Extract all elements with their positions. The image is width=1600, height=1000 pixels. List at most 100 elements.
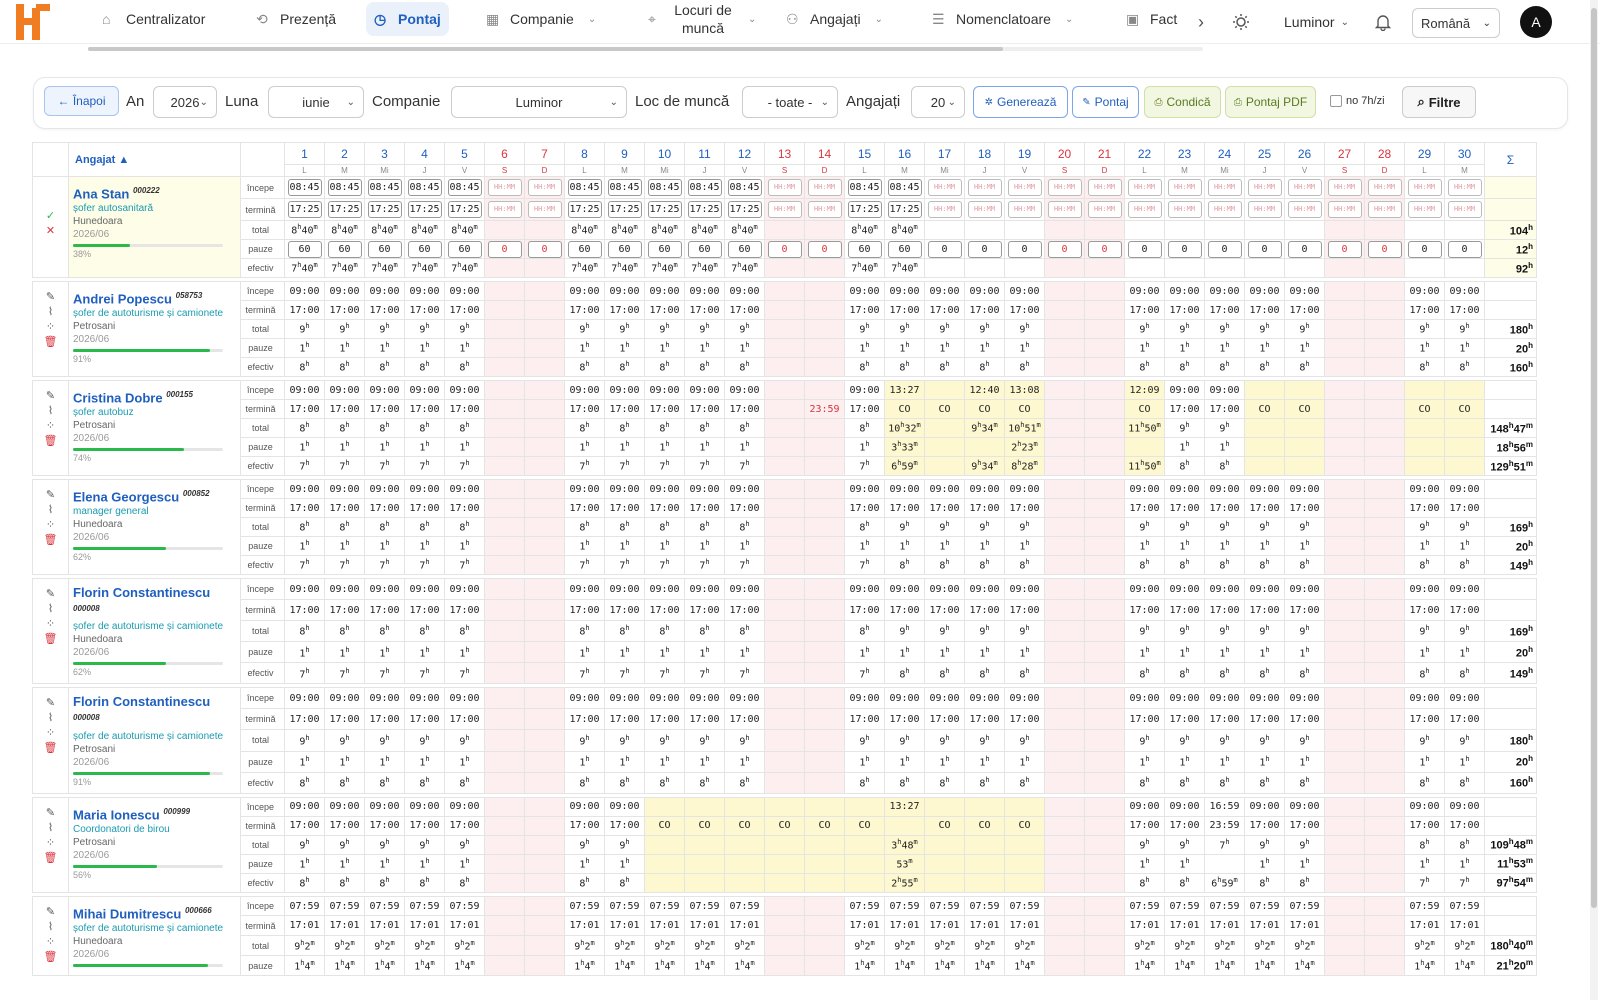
broom-icon[interactable]: ⌇: [34, 602, 68, 617]
check-icon[interactable]: ✓: [34, 209, 68, 224]
break-input[interactable]: 0: [1287, 240, 1322, 258]
time-input[interactable]: HH:MM: [807, 201, 842, 218]
time-input[interactable]: HH:MM: [527, 201, 562, 218]
grid-icon[interactable]: ⁘: [34, 419, 68, 434]
time-input[interactable]: HH:MM: [967, 179, 1002, 196]
grid-icon[interactable]: ⁘: [34, 726, 68, 741]
broom-icon[interactable]: ⌇: [34, 920, 68, 935]
trash-icon[interactable]: 🗑: [34, 533, 68, 548]
vertical-scrollbar[interactable]: [1590, 0, 1598, 1000]
break-input[interactable]: 0: [1327, 240, 1362, 258]
bell-icon[interactable]: [1374, 6, 1392, 38]
time-input[interactable]: HH:MM: [487, 201, 522, 218]
time-input[interactable]: HH:MM: [1167, 201, 1202, 218]
time-input[interactable]: HH:MM: [927, 201, 962, 218]
time-input[interactable]: HH:MM: [1367, 201, 1402, 218]
break-input[interactable]: 0: [1367, 240, 1402, 258]
time-input[interactable]: HH:MM: [1007, 201, 1042, 218]
time-input[interactable]: HH:MM: [1407, 201, 1442, 218]
time-input[interactable]: 17:25: [407, 201, 442, 218]
time-input[interactable]: HH:MM: [1247, 201, 1282, 218]
broom-icon[interactable]: ⌇: [34, 305, 68, 320]
employee-name[interactable]: Cristina Dobre: [73, 390, 163, 405]
time-input[interactable]: HH:MM: [1207, 179, 1242, 196]
pencil-icon[interactable]: ✎: [34, 290, 68, 305]
time-input[interactable]: 08:45: [567, 179, 602, 196]
employee-name[interactable]: Florin Constantinescu: [73, 694, 210, 709]
break-input[interactable]: 0: [487, 240, 522, 258]
pdf-button[interactable]: ⎙ Pontaj PDF: [1225, 86, 1316, 118]
time-input[interactable]: HH:MM: [1327, 179, 1362, 196]
theme-toggle-icon[interactable]: [1232, 6, 1250, 38]
time-input[interactable]: HH:MM: [1247, 179, 1282, 196]
time-input[interactable]: HH:MM: [967, 201, 1002, 218]
generate-button[interactable]: ✲ Generează: [973, 86, 1068, 118]
pontaj-button[interactable]: ✎ Pontaj: [1072, 86, 1139, 118]
pencil-icon[interactable]: ✎: [34, 806, 68, 821]
no7h-checkbox[interactable]: no 7h/zi: [1330, 95, 1385, 107]
break-input[interactable]: 60: [607, 240, 642, 258]
time-input[interactable]: 17:25: [327, 201, 362, 218]
break-input[interactable]: 0: [1087, 240, 1122, 258]
nav-next-arrow[interactable]: ›: [1198, 6, 1204, 38]
time-input[interactable]: HH:MM: [1127, 179, 1162, 196]
time-input[interactable]: HH:MM: [1087, 201, 1122, 218]
company-select[interactable]: Luminor ⌄: [451, 86, 627, 118]
back-button[interactable]: ← Înapoi: [44, 86, 119, 116]
break-input[interactable]: 60: [447, 240, 482, 258]
time-input[interactable]: HH:MM: [1407, 179, 1442, 196]
time-input[interactable]: 17:25: [367, 201, 402, 218]
grid-icon[interactable]: ⁘: [34, 320, 68, 335]
scrollbar-thumb[interactable]: [1591, 8, 1597, 908]
time-input[interactable]: HH:MM: [1207, 201, 1242, 218]
scrollbar-thumb[interactable]: [88, 47, 1003, 51]
break-input[interactable]: 0: [1007, 240, 1042, 258]
time-input[interactable]: 08:45: [687, 179, 722, 196]
break-input[interactable]: 0: [1047, 240, 1082, 258]
time-input[interactable]: 17:25: [847, 201, 882, 218]
horizontal-scrollbar[interactable]: [88, 47, 1203, 51]
time-input[interactable]: HH:MM: [1007, 179, 1042, 196]
time-input[interactable]: HH:MM: [1367, 179, 1402, 196]
pencil-icon[interactable]: ✎: [34, 389, 68, 404]
break-input[interactable]: 0: [767, 240, 802, 258]
time-input[interactable]: HH:MM: [767, 201, 802, 218]
break-input[interactable]: 0: [1447, 240, 1482, 258]
time-input[interactable]: 08:45: [407, 179, 442, 196]
broom-icon[interactable]: ⌇: [34, 404, 68, 419]
time-input[interactable]: 08:45: [887, 179, 922, 196]
break-input[interactable]: 60: [727, 240, 762, 258]
time-input[interactable]: HH:MM: [1047, 201, 1082, 218]
break-input[interactable]: 60: [567, 240, 602, 258]
workplace-select[interactable]: - toate - ⌄: [742, 86, 838, 118]
time-input[interactable]: 08:45: [607, 179, 642, 196]
broom-icon[interactable]: ⌇: [34, 711, 68, 726]
time-input[interactable]: HH:MM: [487, 179, 522, 196]
pencil-icon[interactable]: ✎: [34, 587, 68, 602]
time-input[interactable]: 08:45: [367, 179, 402, 196]
break-input[interactable]: 60: [327, 240, 362, 258]
time-input[interactable]: 17:25: [887, 201, 922, 218]
time-input[interactable]: 08:45: [287, 179, 322, 196]
avatar[interactable]: A: [1520, 6, 1552, 38]
time-input[interactable]: HH:MM: [807, 179, 842, 196]
broom-icon[interactable]: ⌇: [34, 503, 68, 518]
pencil-icon[interactable]: ✎: [34, 488, 68, 503]
condica-button[interactable]: ⎙ Condică: [1144, 86, 1221, 118]
time-input[interactable]: HH:MM: [927, 179, 962, 196]
break-input[interactable]: 60: [687, 240, 722, 258]
trash-icon[interactable]: 🗑: [34, 950, 68, 965]
time-input[interactable]: 08:45: [727, 179, 762, 196]
grid-icon[interactable]: ⁘: [34, 935, 68, 950]
time-input[interactable]: HH:MM: [1087, 179, 1122, 196]
filters-button[interactable]: ⌕ Filtre: [1402, 86, 1476, 118]
pencil-icon[interactable]: ✎: [34, 905, 68, 920]
employee-column-header[interactable]: Angajat ▲: [68, 142, 241, 177]
break-input[interactable]: 0: [1207, 240, 1242, 258]
nav-item-3[interactable]: ◷ Pontaj: [366, 2, 449, 36]
break-input[interactable]: 60: [887, 240, 922, 258]
employee-header[interactable]: Angajat ▲: [75, 154, 129, 166]
time-input[interactable]: HH:MM: [1447, 179, 1482, 196]
break-input[interactable]: 60: [407, 240, 442, 258]
time-input[interactable]: 17:25: [727, 201, 762, 218]
